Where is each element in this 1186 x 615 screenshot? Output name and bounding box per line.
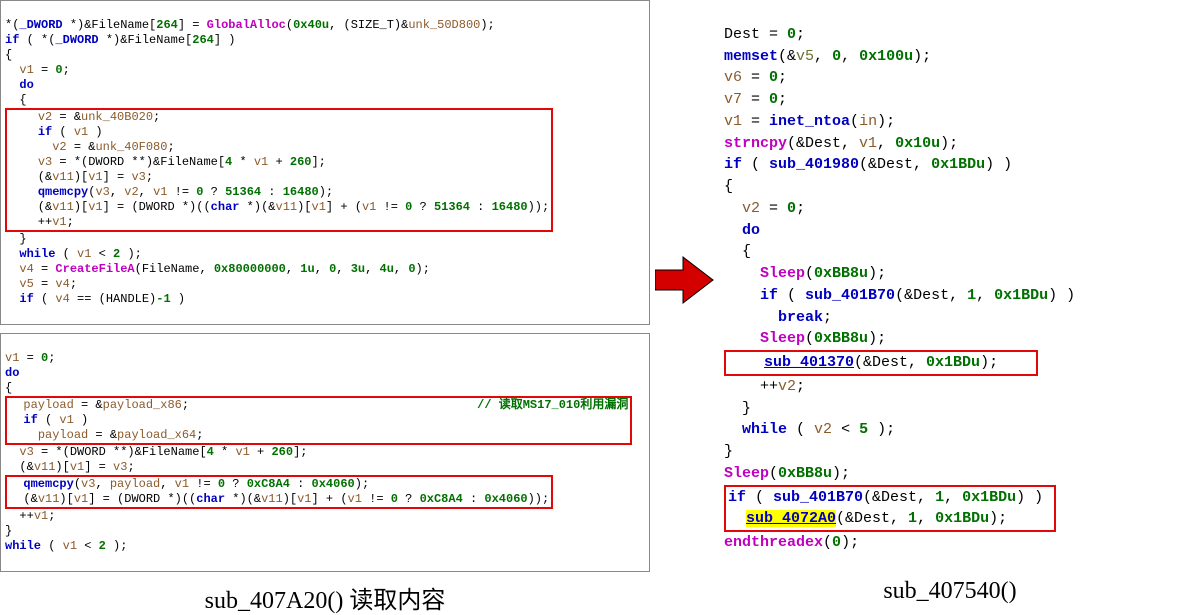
red-box-r1: sub_401370(&Dest, 0x1BDu); [724,350,1038,376]
line: break; [724,309,832,326]
line: (&v11)[v1] = (DWORD *)((char *)(&v11)[v1… [9,200,549,214]
line: if ( *(_DWORD *)&FileName[264] ) [5,33,235,47]
line: ++v1; [5,509,55,523]
line: payload = &payload_x64; [9,428,470,442]
line: (&v11)[v1] = v3; [5,460,135,474]
left-caption: sub_407A20() 读取内容 [0,580,650,615]
left-column: *(_DWORD *)&FileName[264] = GlobalAlloc(… [0,0,650,615]
red-box-r2: if ( sub_401B70(&Dest, 1, 0x1BDu) ) sub_… [724,485,1056,533]
line: { [5,48,12,62]
line: { [5,381,12,395]
line: { [5,93,27,107]
line: if ( v1 ) [9,413,88,427]
line: if ( sub_401B70(&Dest, 1, 0x1BDu) ) [728,489,1043,506]
line: sub_401370(&Dest, 0x1BDu); [728,354,1034,371]
line: (&v11)[v1] = (DWORD *)((char *)(&v11)[v1… [9,492,549,506]
line: { [724,243,751,260]
red-box-1: v2 = &unk_40B020; if ( v1 ) v2 = &unk_40… [5,108,553,232]
line: v2 = 0; [724,200,805,217]
right-caption: sub_407540() [720,578,1180,605]
line: endthreadex(0); [724,534,859,551]
line: v2 = &unk_40F080; [9,140,175,154]
line: qmemcpy(v3, v2, v1 != 0 ? 51364 : 16480)… [9,185,333,199]
line: } [724,443,733,460]
line: sub_4072A0(&Dest, 1, 0x1BDu); [728,510,1052,527]
line: while ( v2 < 5 ); [724,421,895,438]
code-block-bottom: v1 = 0; do { payload = &payload_x86; // … [0,333,650,572]
line: if ( v1 ) [9,125,103,139]
line: } [5,232,27,246]
line: v3 = *(DWORD **)&FileName[4 * v1 + 260]; [9,155,326,169]
line: { [724,178,733,195]
line: v1 = 0; [5,63,70,77]
line: do [5,78,34,92]
comment-ms17: // 读取MS17_010利用漏洞 [333,398,628,412]
line: v6 = 0; [724,69,787,86]
line: while ( v1 < 2 ); [5,539,127,553]
line: if ( sub_401B70(&Dest, 1, 0x1BDu) ) [724,287,1075,304]
line: while ( v1 < 2 ); [5,247,142,261]
line: memset(&v5, 0, 0x100u); [724,48,931,65]
line: v1 = 0; [5,351,55,365]
line: v4 = CreateFileA(FileName, 0x80000000, 1… [5,262,430,276]
line: do [5,366,19,380]
line: Sleep(0xBB8u); [724,330,886,347]
line: qmemcpy(v3, payload, v1 != 0 ? 0xC8A4 : … [9,477,369,491]
line: ++v1; [9,215,549,229]
red-box-2a: payload = &payload_x86; // 读取MS17_010利用漏… [5,396,632,445]
line: (&v11)[v1] = v3; [9,170,153,184]
line: v5 = v4; [5,277,77,291]
line: v2 = &unk_40B020; [9,110,160,124]
line: strncpy(&Dest, v1, 0x10u); [724,135,958,152]
line: if ( v4 == (HANDLE)-1 ) [5,292,185,306]
line: v1 = inet_ntoa(in); [724,113,895,130]
line: Dest = 0; [724,26,805,43]
red-box-2b: qmemcpy(v3, payload, v1 != 0 ? 0xC8A4 : … [5,475,553,509]
arrow-icon [655,255,715,305]
right-column: Dest = 0; memset(&v5, 0, 0x100u); v6 = 0… [720,0,1180,605]
line: Sleep(0xBB8u); [724,465,850,482]
line: do [724,222,760,239]
line: } [724,400,751,417]
line: Sleep(0xBB8u); [724,265,886,282]
line: *(_DWORD *)&FileName[264] = GlobalAlloc(… [5,18,495,32]
line: if ( sub_401980(&Dest, 0x1BDu) ) [724,156,1012,173]
line: } [5,524,12,538]
code-block-top: *(_DWORD *)&FileName[264] = GlobalAlloc(… [0,0,650,325]
line: v7 = 0; [724,91,787,108]
code-block-right: Dest = 0; memset(&v5, 0, 0x100u); v6 = 0… [720,0,1180,578]
line: payload = &payload_x86; // 读取MS17_010利用漏… [9,398,628,412]
line: v3 = *(DWORD **)&FileName[4 * v1 + 260]; [5,445,307,459]
line: ++v2; [724,378,805,395]
